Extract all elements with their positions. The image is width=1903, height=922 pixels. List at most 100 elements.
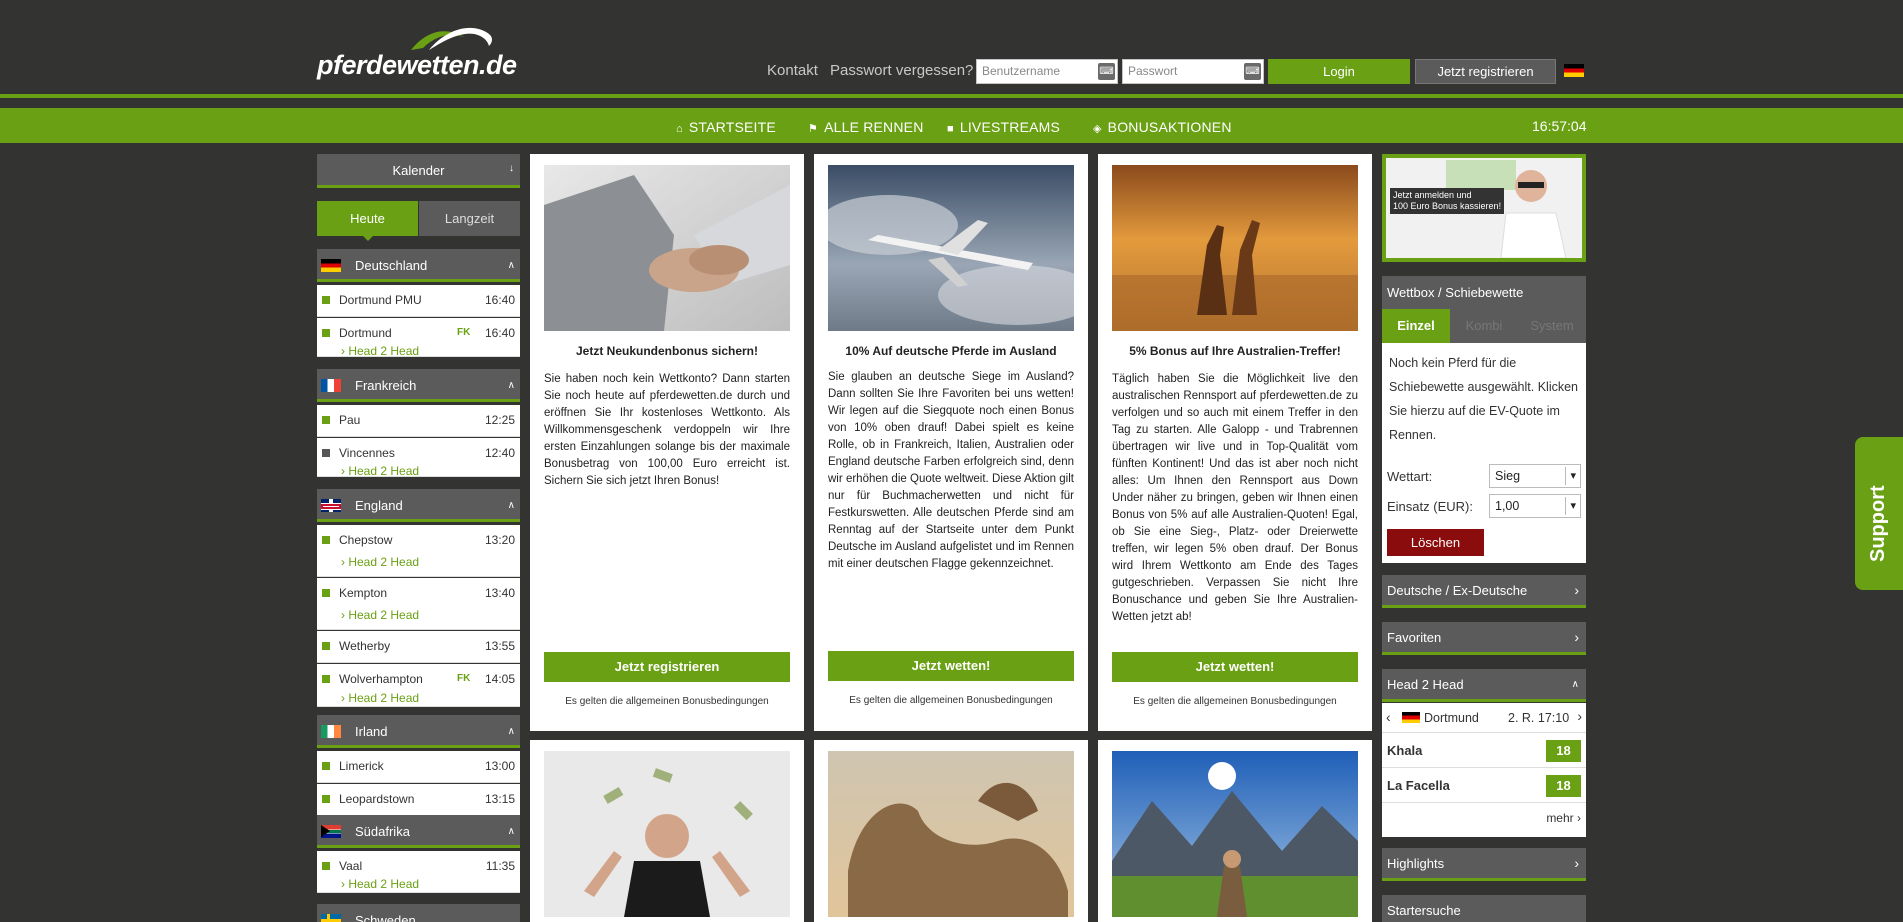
card-title: 5% Bonus auf Ihre Australien-Treffer! [1129,344,1341,358]
chevron-right-icon: › [1574,855,1579,871]
calendar-header[interactable]: Kalender ↓ [317,154,520,188]
h2h-track: Dortmund [1424,711,1479,725]
fk-badge: FK [457,327,471,338]
bonus-terms-link[interactable]: Es gelten die allgemeinen Bonusbedingung… [828,695,1074,706]
chevron-left-icon[interactable]: ‹ [1386,709,1391,725]
clock: 16:57:04 [1532,118,1587,134]
promo-card [1098,740,1372,922]
wettart-label: Wettart: [1387,469,1433,484]
keyboard-icon[interactable]: ⌨ [1098,63,1115,80]
h2h-link[interactable]: › Head 2 Head [341,608,419,622]
keyboard-icon[interactable]: ⌨ [1244,63,1261,80]
card-text: Täglich haben Sie die Möglichkeit live d… [1112,373,1358,623]
more-link[interactable]: mehr › [1546,811,1581,825]
race-row[interactable]: Leopardstown 13:15 [317,784,520,816]
tab-system[interactable]: System [1518,309,1586,343]
tab-langzeit[interactable]: Langzeit [419,201,520,236]
country-england[interactable]: England ∧ [317,489,520,522]
username-placeholder: Benutzername [982,64,1061,78]
country-frankreich[interactable]: Frankreich ∧ [317,369,520,402]
tab-heute[interactable]: Heute [317,201,418,241]
highlights-bar[interactable]: Highlights › [1382,848,1586,881]
wettbox-message: Noch kein Pferd für die Schiebewette aus… [1389,356,1579,442]
logo[interactable]: pferdewetten.de [317,24,517,82]
race-row[interactable]: Vaal 11:35 › Head 2 Head [317,851,520,893]
tab-kombi[interactable]: Kombi [1450,309,1518,343]
username-input[interactable]: Benutzername ⌨ [976,59,1118,84]
signup-banner[interactable]: Jetzt anmelden und 100 Euro Bonus kassie… [1382,154,1586,262]
za-flag-icon [321,825,341,838]
banner-text: Jetzt anmelden und 100 Euro Bonus kassie… [1390,188,1505,214]
head2head-bar[interactable]: Head 2 Head ∧ [1382,669,1586,702]
race-row[interactable]: Chepstow 13:20 › Head 2 Head [317,525,520,577]
wettbox-header: Wettbox / Schiebewette [1382,276,1586,309]
h2h-link[interactable]: › Head 2 Head [341,555,419,569]
nav-startseite[interactable]: ⌂ STARTSEITE [676,119,776,135]
startersuche-bar[interactable]: Startersuche [1382,895,1586,922]
register-cta-button[interactable]: Jetzt registrieren [544,652,790,682]
country-suedafrika[interactable]: Südafrika ∧ [317,815,520,848]
promo-card [814,740,1088,922]
card-text: Sie glauben an deutsche Siege im Ausland… [828,371,1074,570]
home-icon: ⌂ [676,123,683,135]
login-button[interactable]: Login [1268,59,1410,84]
race-row[interactable]: Kempton 13:40 › Head 2 Head [317,578,520,630]
promo-card [530,740,804,922]
tab-einzel[interactable]: Einzel [1382,309,1450,343]
chevron-right-icon[interactable]: › [1577,708,1582,724]
handshake-image [544,165,790,331]
chevron-up-icon: ∧ [507,500,515,511]
de-flag-icon [1402,712,1420,723]
head2head-panel: ‹ Dortmund 2. R. 17:10 › Khala 18 La Fac… [1382,703,1586,837]
race-row[interactable]: Pau 12:25 [317,405,520,437]
password-input[interactable]: Passwort ⌨ [1122,59,1264,84]
h2h-link[interactable]: › Head 2 Head [341,344,419,358]
race-row[interactable]: Wolverhampton FK 14:05 › Head 2 Head [317,664,520,707]
h2h-odds: 18 [1546,775,1581,797]
race-row[interactable]: Dortmund PMU 16:40 [317,285,520,317]
logo-text: pferdewetten.de [317,50,517,80]
promo-card: 10% Auf deutsche Pferde im Ausland Sie g… [814,154,1088,731]
register-button[interactable]: Jetzt registrieren [1415,59,1556,84]
nav-alle-rennen[interactable]: ⚑ ALLE RENNEN [808,119,924,135]
race-row[interactable]: Dortmund FK 16:40 › Head 2 Head [317,318,520,358]
bet-cta-button[interactable]: Jetzt wetten! [1112,652,1358,682]
password-placeholder: Passwort [1128,64,1178,78]
contact-link[interactable]: Kontakt [767,62,818,79]
h2h-horse-row[interactable]: Khala 18 [1382,734,1586,768]
promo-card: 5% Bonus auf Ihre Australien-Treffer! Tä… [1098,154,1372,731]
deutsche-ex-deutsche-bar[interactable]: Deutsche / Ex-Deutsche › [1382,575,1586,608]
ie-flag-icon [321,725,341,738]
race-row[interactable]: Wetherby 13:55 [317,631,520,663]
fk-badge: FK [457,673,471,684]
h2h-link[interactable]: › Head 2 Head [341,691,419,705]
race-row[interactable]: Limerick 13:00 [317,751,520,783]
wettart-select[interactable]: Sieg [1489,464,1581,488]
nav-bonusaktionen[interactable]: ◈ BONUSAKTIONEN [1093,119,1232,135]
support-tab[interactable]: Support [1855,437,1903,590]
gb-flag-icon [321,499,341,512]
einsatz-label: Einsatz (EUR): [1387,499,1473,514]
bonus-terms-link[interactable]: Es gelten die allgemeinen Bonusbedingung… [1112,696,1358,707]
camel-image [828,751,1074,917]
h2h-link[interactable]: › Head 2 Head [341,877,419,891]
country-deutschland[interactable]: Deutschland ∧ [317,249,520,282]
race-row[interactable]: Vincennes 12:40 › Head 2 Head [317,438,520,478]
h2h-horse-row[interactable]: La Facella 18 [1382,769,1586,803]
promo-card: Jetzt Neukundenbonus sichern! Sie haben … [530,154,804,731]
bonus-terms-link[interactable]: Es gelten die allgemeinen Bonusbedingung… [544,696,790,707]
bet-cta-button[interactable]: Jetzt wetten! [828,651,1074,681]
favoriten-bar[interactable]: Favoriten › [1382,622,1586,655]
delete-button[interactable]: Löschen [1387,529,1484,556]
country-irland[interactable]: Irland ∧ [317,715,520,748]
forgot-password-link[interactable]: Passwort vergessen? [830,62,973,79]
se-flag-icon [321,914,341,922]
video-icon: ■ [947,123,954,135]
einsatz-select[interactable]: 1,00 [1489,494,1581,518]
country-schweden[interactable]: Schweden [317,904,520,922]
chevron-up-icon: ∧ [507,380,515,391]
h2h-link[interactable]: › Head 2 Head [341,464,419,478]
mountain-hiker-image [1112,751,1358,917]
nav-livestreams[interactable]: ■ LIVESTREAMS [947,119,1060,135]
de-flag-icon[interactable] [1564,64,1584,77]
